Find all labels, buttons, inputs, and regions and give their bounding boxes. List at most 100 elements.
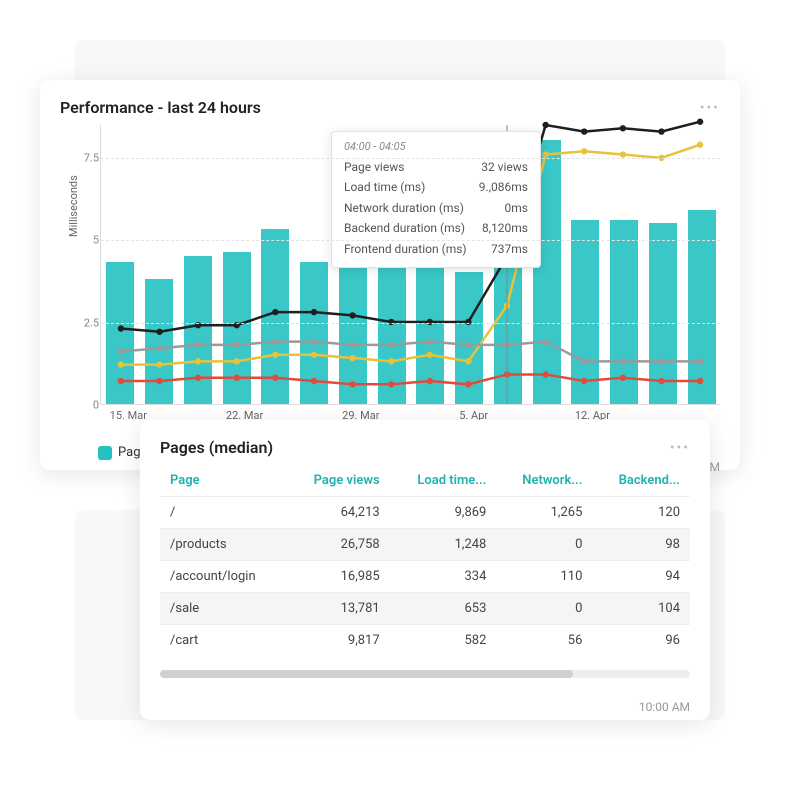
table-row[interactable]: /sale13,7816530104: [160, 593, 690, 625]
tooltip-value: 737ms: [491, 239, 528, 259]
chart-point: [156, 345, 162, 351]
chart-point: [349, 312, 355, 318]
table-cell-page: /sale: [160, 593, 287, 625]
chart-point: [118, 325, 124, 331]
table-row[interactable]: /products26,7581,248098: [160, 529, 690, 561]
table-cell-value: 1,248: [390, 529, 497, 561]
table-cell-value: 26,758: [287, 529, 390, 561]
y-tick: 7.5: [84, 151, 99, 164]
chart-plot-area[interactable]: Milliseconds 02.557.5 04:00 - 04:05 Page…: [100, 125, 720, 405]
chart-point: [697, 378, 703, 384]
chart-point: [272, 375, 278, 381]
chart-point: [234, 375, 240, 381]
grid-line: [101, 323, 720, 324]
y-axis-ticks: 02.557.5: [73, 125, 99, 404]
y-tick: 0: [93, 399, 99, 412]
table-cell-value: 96: [592, 625, 690, 657]
performance-chart-card: Performance - last 24 hours ••• Millisec…: [40, 80, 740, 470]
chart-point: [581, 358, 587, 364]
table-column-header[interactable]: Page: [160, 465, 287, 497]
x-tick: 15. Mar: [110, 409, 147, 422]
tooltip-key: Frontend duration (ms): [344, 239, 467, 259]
chart-point: [195, 342, 201, 348]
table-card-header: Pages (median) •••: [160, 438, 690, 457]
tooltip-key: Backend duration (ms): [344, 218, 465, 238]
table-row[interactable]: /64,2139,8691,265120: [160, 497, 690, 529]
pages-table-card: Pages (median) ••• PagePage viewsLoad ti…: [140, 420, 710, 720]
tooltip-row: Network duration (ms)0ms: [344, 198, 528, 218]
table-cell-value: 9,817: [287, 625, 390, 657]
chart-point: [234, 358, 240, 364]
table-column-header[interactable]: Network...: [496, 465, 592, 497]
chart-point: [658, 358, 664, 364]
chart-point: [697, 358, 703, 364]
tooltip-key: Page views: [344, 157, 404, 177]
chart-point: [465, 342, 471, 348]
chart-point: [581, 128, 587, 134]
chart-point: [118, 348, 124, 354]
chart-point: [465, 381, 471, 387]
chart-point: [272, 309, 278, 315]
table-horizontal-scrollbar[interactable]: [160, 670, 690, 678]
chart-point: [542, 338, 548, 344]
table-time-badge: 10:00 AM: [639, 700, 690, 714]
chart-line: [121, 374, 700, 384]
chart-card-title: Performance - last 24 hours: [60, 98, 261, 117]
table-row[interactable]: /cart9,8175825696: [160, 625, 690, 657]
chart-tooltip: 04:00 - 04:05 Page views32 viewsLoad tim…: [331, 131, 541, 268]
tooltip-value: 0ms: [505, 198, 528, 218]
y-tick: 2.5: [84, 316, 99, 329]
table-cell-value: 110: [496, 561, 592, 593]
table-row[interactable]: /account/login16,98533411094: [160, 561, 690, 593]
chart-point: [349, 381, 355, 387]
chart-point: [697, 142, 703, 148]
table-cell-value: 56: [496, 625, 592, 657]
chart-point: [311, 309, 317, 315]
table-column-header[interactable]: Page views: [287, 465, 390, 497]
tooltip-row: Load time (ms) 9.,086ms: [344, 177, 528, 197]
table-header-row: PagePage viewsLoad time...Network...Back…: [160, 465, 690, 497]
chart-point: [620, 358, 626, 364]
table-cell-value: 13,781: [287, 593, 390, 625]
table-card-more-icon[interactable]: •••: [670, 440, 690, 456]
chart-point: [195, 375, 201, 381]
chart-card-more-icon[interactable]: •••: [700, 100, 720, 116]
chart-card-header: Performance - last 24 hours •••: [60, 98, 720, 117]
table-cell-value: 1,265: [496, 497, 592, 529]
table-column-header[interactable]: Load time...: [390, 465, 497, 497]
table-cell-page: /: [160, 497, 287, 529]
chart-point: [311, 338, 317, 344]
chart-point: [697, 119, 703, 125]
scrollbar-thumb[interactable]: [160, 670, 573, 678]
tooltip-row: Frontend duration (ms) 737ms: [344, 239, 528, 259]
tooltip-rows: Page views 32 views Load time (ms) 9.,086ms…: [344, 157, 528, 259]
table-cell-page: /account/login: [160, 561, 287, 593]
table-cell-value: 98: [592, 529, 690, 561]
table-column-header[interactable]: Backend...: [592, 465, 690, 497]
grid-line: [101, 240, 720, 241]
table-cell-value: 582: [390, 625, 497, 657]
chart-point: [427, 352, 433, 358]
tooltip-value: 32 views: [481, 157, 528, 177]
table-cell-value: 94: [592, 561, 690, 593]
chart-point: [542, 151, 548, 157]
grid-line: [101, 158, 720, 159]
chart-point: [349, 342, 355, 348]
table-card-title: Pages (median): [160, 438, 273, 457]
chart-point: [311, 378, 317, 384]
table-cell-value: 334: [390, 561, 497, 593]
table-cell-value: 9,869: [390, 497, 497, 529]
table-cell-value: 120: [592, 497, 690, 529]
chart-point: [388, 342, 394, 348]
chart-point: [388, 358, 394, 364]
table-cell-page: /cart: [160, 625, 287, 657]
table-cell-value: 64,213: [287, 497, 390, 529]
chart-point: [156, 361, 162, 367]
tooltip-time: 04:00 - 04:05: [344, 140, 528, 153]
table-cell-value: 0: [496, 593, 592, 625]
chart-point: [542, 122, 548, 128]
tooltip-value: 9.,086ms: [479, 177, 528, 197]
table-cell-value: 653: [390, 593, 497, 625]
tooltip-key: Load time (ms): [344, 177, 425, 197]
chart-point: [427, 338, 433, 344]
